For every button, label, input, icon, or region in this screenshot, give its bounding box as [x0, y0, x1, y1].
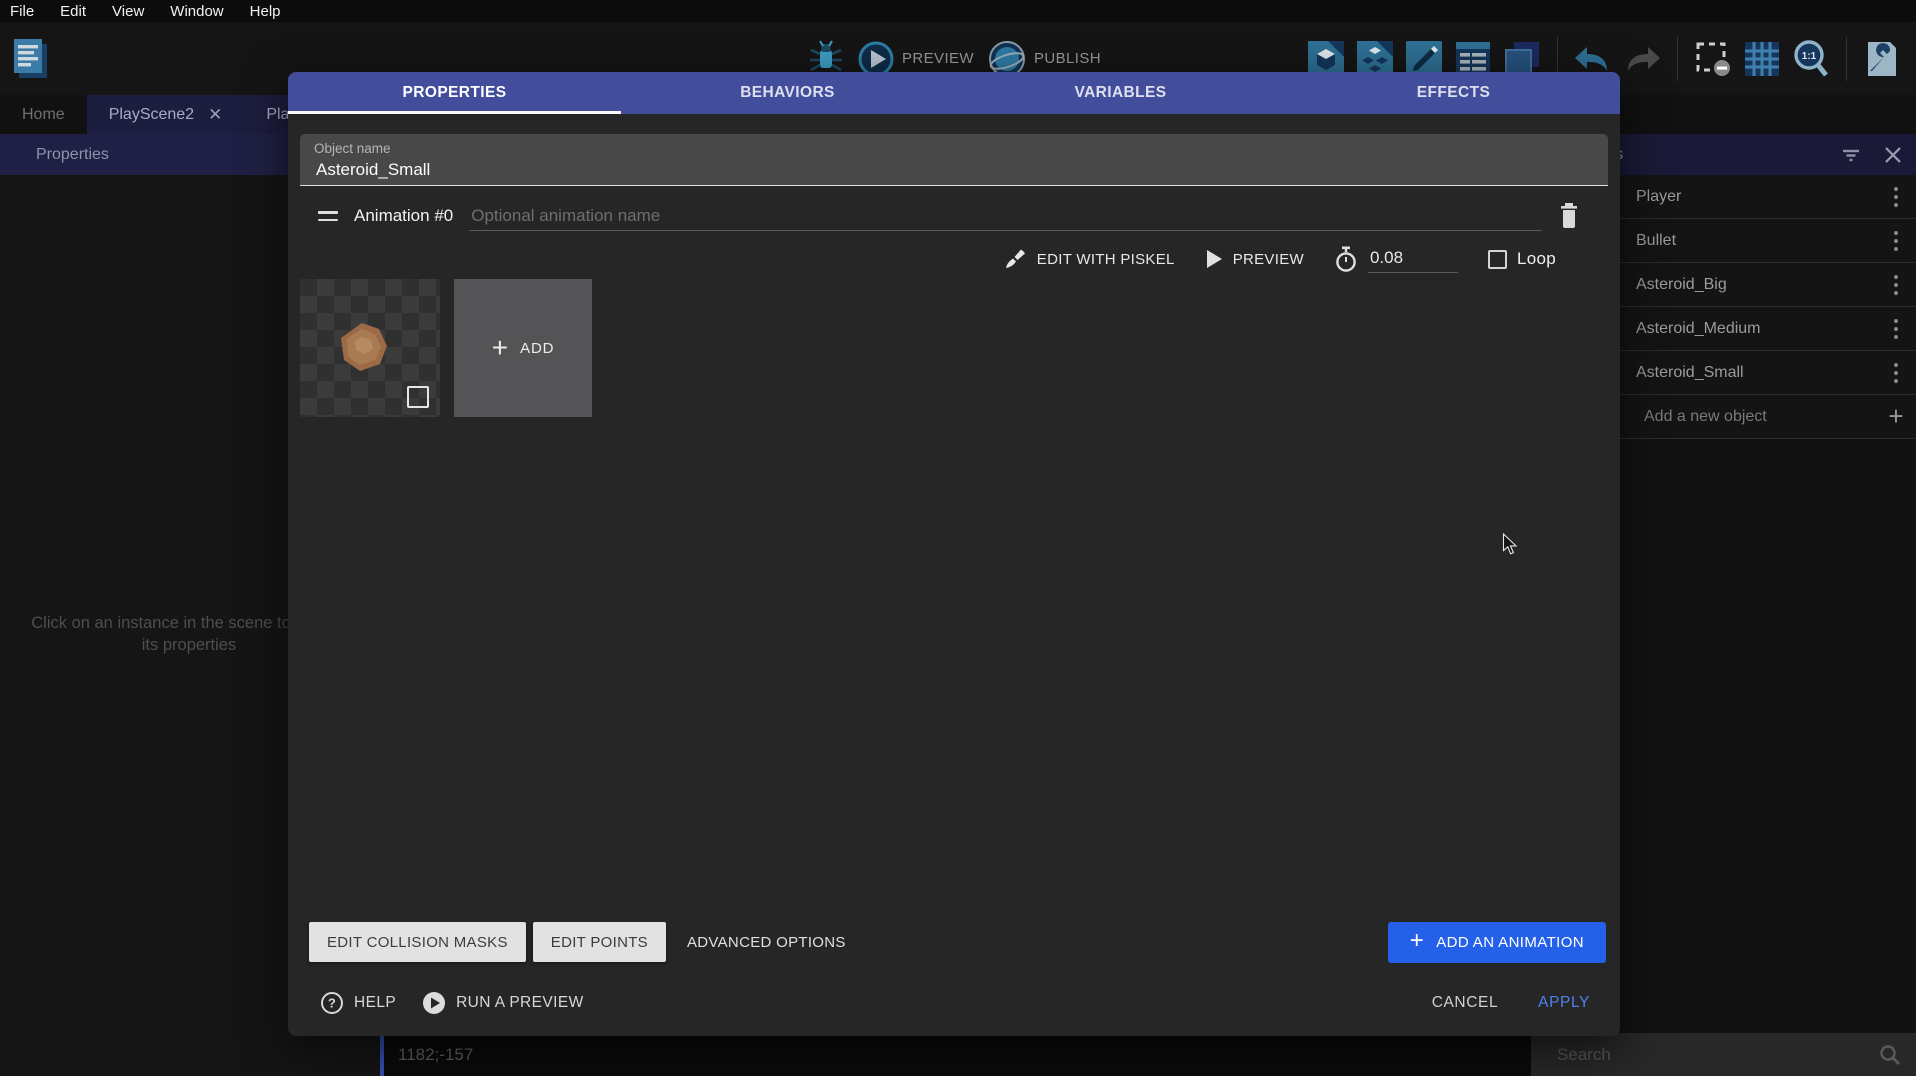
edit-collision-masks-button[interactable]: EDIT COLLISION MASKS	[309, 922, 526, 962]
run-preview-label: RUN A PREVIEW	[456, 994, 584, 1012]
tab-home-label: Home	[22, 106, 65, 124]
object-name-input[interactable]	[314, 159, 1598, 181]
frame-thumbnail[interactable]	[300, 279, 440, 417]
project-manager-icon	[10, 36, 52, 82]
add-object-plus-icon[interactable]: +	[1884, 405, 1908, 429]
cursor-coordinates: 1182;-157	[398, 1045, 473, 1065]
close-panel-icon[interactable]	[1882, 144, 1904, 166]
menu-file[interactable]: File	[10, 3, 34, 20]
tab-playscene2-label: PlayScene2	[109, 106, 194, 124]
objects-search-bar	[1531, 1033, 1916, 1076]
animation-header-row: Animation #0	[288, 196, 1620, 236]
zoom-1-1-icon[interactable]: 1:1	[1791, 39, 1831, 79]
gdevelop-app-window: File Edit View Window Help	[0, 0, 1916, 1076]
search-icon	[1878, 1043, 1902, 1067]
redo-icon[interactable]	[1622, 39, 1662, 79]
add-object-label: Add a new object	[1636, 408, 1884, 426]
svg-text:1:1: 1:1	[1802, 51, 1817, 62]
edit-points-button[interactable]: EDIT POINTS	[533, 922, 666, 962]
object-menu-kebab-icon[interactable]	[1884, 317, 1908, 341]
toolbar-separator	[1677, 37, 1678, 81]
objects-search-input[interactable]	[1555, 1044, 1878, 1066]
run-preview-icon	[422, 991, 446, 1015]
object-name-field: Object name	[300, 134, 1608, 186]
delete-animation-trash-icon[interactable]	[1558, 203, 1580, 229]
add-an-animation-button[interactable]: + ADD AN ANIMATION	[1388, 922, 1606, 963]
object-menu-kebab-icon[interactable]	[1884, 361, 1908, 385]
cancel-button[interactable]: CANCEL	[1432, 994, 1498, 1012]
object-editor-dialog: PROPERTIES BEHAVIORS VARIABLES EFFECTS O…	[288, 72, 1620, 1036]
menu-bar: File Edit View Window Help	[0, 0, 1916, 22]
animation-tools-row: EDIT WITH PISKEL PREVIEW Loop	[288, 240, 1620, 278]
object-name-label: Asteroid_Big	[1636, 276, 1884, 294]
svg-text:?: ?	[328, 996, 336, 1011]
animation-name-input[interactable]	[469, 202, 1542, 231]
mouse-cursor	[1502, 533, 1522, 556]
tab-close-icon[interactable]: ✕	[208, 106, 222, 123]
tab-variables[interactable]: VARIABLES	[954, 72, 1287, 114]
help-icon: ?	[320, 991, 344, 1015]
run-a-preview-button[interactable]: RUN A PREVIEW	[422, 991, 584, 1015]
menu-window[interactable]: Window	[170, 3, 223, 20]
play-icon	[1205, 249, 1223, 269]
add-animation-label: ADD AN ANIMATION	[1436, 934, 1584, 951]
edit-with-piskel-label: EDIT WITH PISKEL	[1037, 251, 1175, 268]
object-name-label: Player	[1636, 188, 1884, 206]
tab-behaviors[interactable]: BEHAVIORS	[621, 72, 954, 114]
plus-icon: +	[1410, 929, 1424, 953]
brush-icon	[1003, 247, 1027, 271]
frame-select-checkbox[interactable]	[407, 386, 429, 408]
add-frame-button[interactable]: + ADD	[454, 279, 592, 417]
dialog-tab-bar: PROPERTIES BEHAVIORS VARIABLES EFFECTS	[288, 72, 1620, 114]
tab-effects[interactable]: EFFECTS	[1287, 72, 1620, 114]
tab-home[interactable]: Home	[0, 95, 87, 134]
time-between-frames-input[interactable]	[1368, 246, 1458, 273]
toolbar-separator	[1846, 37, 1847, 81]
selection-mask-icon[interactable]	[1693, 39, 1733, 79]
tab-playscene2[interactable]: PlayScene2 ✕	[87, 95, 245, 134]
loop-checkbox[interactable]	[1488, 250, 1507, 269]
tab-properties[interactable]: PROPERTIES	[288, 72, 621, 114]
scene-status-bar: 1182;-157	[384, 1033, 1531, 1076]
menu-view[interactable]: View	[112, 3, 144, 20]
menu-edit[interactable]: Edit	[60, 3, 86, 20]
publish-label: PUBLISH	[1034, 50, 1101, 67]
object-menu-kebab-icon[interactable]	[1884, 229, 1908, 253]
animation-frames-row: + ADD	[300, 279, 592, 417]
object-name-label: Asteroid_Medium	[1636, 320, 1884, 338]
project-settings-icon[interactable]	[1862, 39, 1902, 79]
plus-icon: +	[492, 334, 508, 362]
animation-title: Animation #0	[354, 206, 453, 226]
object-name-label: Object name	[314, 141, 1594, 156]
asteroid-sprite	[338, 321, 390, 373]
dialog-actions-row: EDIT COLLISION MASKS EDIT POINTS ADVANCE…	[288, 921, 1620, 963]
object-menu-kebab-icon[interactable]	[1884, 273, 1908, 297]
grid-icon[interactable]	[1742, 39, 1782, 79]
apply-button[interactable]: APPLY	[1538, 994, 1590, 1012]
object-menu-kebab-icon[interactable]	[1884, 185, 1908, 209]
project-manager-button[interactable]	[10, 22, 52, 95]
properties-panel-title: Properties	[36, 146, 109, 164]
time-between-frames-field	[1334, 246, 1458, 273]
add-frame-label: ADD	[520, 340, 554, 357]
object-name-label: Bullet	[1636, 232, 1884, 250]
help-button[interactable]: ? HELP	[320, 991, 396, 1015]
filter-icon[interactable]	[1838, 142, 1864, 168]
edit-with-piskel-button[interactable]: EDIT WITH PISKEL	[1003, 247, 1175, 271]
object-name-label: Asteroid_Small	[1636, 364, 1884, 382]
loop-label: Loop	[1517, 249, 1556, 269]
drag-handle-icon[interactable]	[318, 211, 338, 221]
preview-animation-label: PREVIEW	[1233, 251, 1304, 268]
preview-animation-button[interactable]: PREVIEW	[1205, 249, 1304, 269]
stopwatch-icon	[1334, 246, 1358, 273]
dialog-footer: ? HELP RUN A PREVIEW CANCEL APPLY	[288, 982, 1620, 1024]
menu-help[interactable]: Help	[250, 3, 281, 20]
loop-toggle[interactable]: Loop	[1488, 249, 1556, 269]
advanced-options-button[interactable]: ADVANCED OPTIONS	[673, 922, 860, 962]
help-label: HELP	[354, 994, 396, 1012]
preview-label: PREVIEW	[902, 50, 974, 67]
